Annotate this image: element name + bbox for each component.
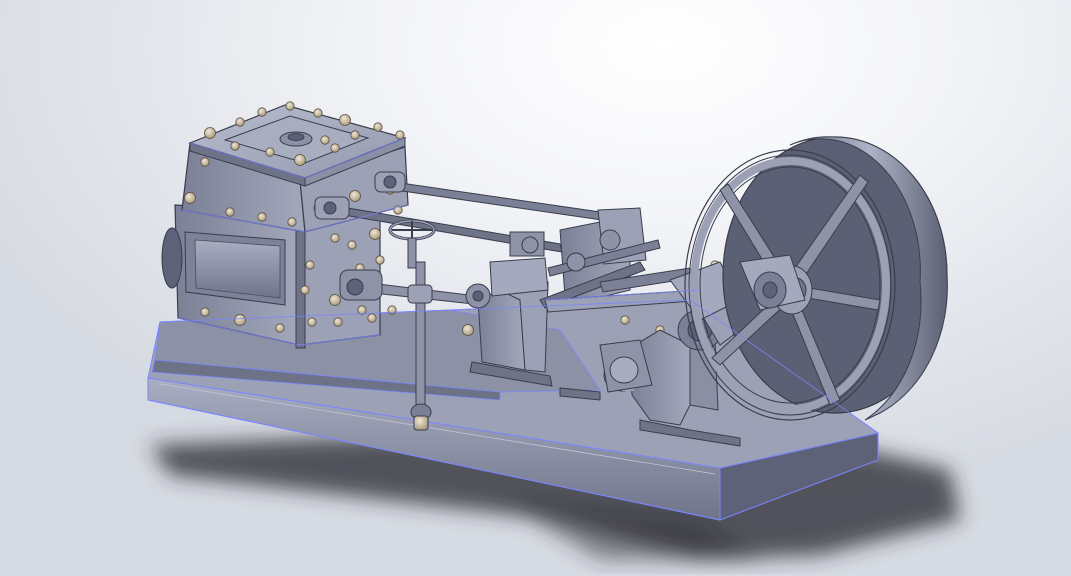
cad-viewport[interactable] <box>0 0 1071 576</box>
nut-icon <box>200 157 210 167</box>
nut-icon <box>285 101 295 111</box>
nut-icon <box>265 147 275 157</box>
nut-icon <box>294 154 306 166</box>
nut-icon <box>349 190 361 202</box>
nut-icon <box>395 130 405 140</box>
nut-icon <box>373 122 383 132</box>
nut-icon <box>204 127 216 139</box>
steam-engine-model[interactable] <box>0 0 1071 576</box>
nut-icon <box>369 228 381 240</box>
nut-icon <box>234 314 246 326</box>
nut-icon <box>184 192 196 204</box>
nut-icon <box>350 130 360 140</box>
nut-icon <box>367 313 377 323</box>
nut-icon <box>357 305 367 315</box>
nut-icon <box>257 107 267 117</box>
nut-icon <box>225 207 235 217</box>
nut-icon <box>307 317 317 327</box>
nut-icon <box>375 255 385 265</box>
nut-icon <box>200 307 210 317</box>
flywheel[interactable] <box>684 136 948 421</box>
nut-icon <box>320 135 330 145</box>
nut-icon <box>235 117 245 127</box>
nut-icon <box>305 260 315 270</box>
nut-icon <box>339 114 351 126</box>
nut-icon <box>330 233 340 243</box>
nut-icon <box>620 315 630 325</box>
nut-icon <box>347 240 357 250</box>
nut-icon <box>257 212 267 222</box>
nut-icon <box>329 294 341 306</box>
nut-icon <box>275 323 285 333</box>
nut-icon <box>313 108 323 118</box>
nut-icon <box>333 317 343 327</box>
nut-icon <box>462 324 474 336</box>
nut-icon <box>230 141 240 151</box>
nut-icon <box>300 285 310 295</box>
nut-icon <box>287 217 297 227</box>
nut-icon <box>330 143 340 153</box>
